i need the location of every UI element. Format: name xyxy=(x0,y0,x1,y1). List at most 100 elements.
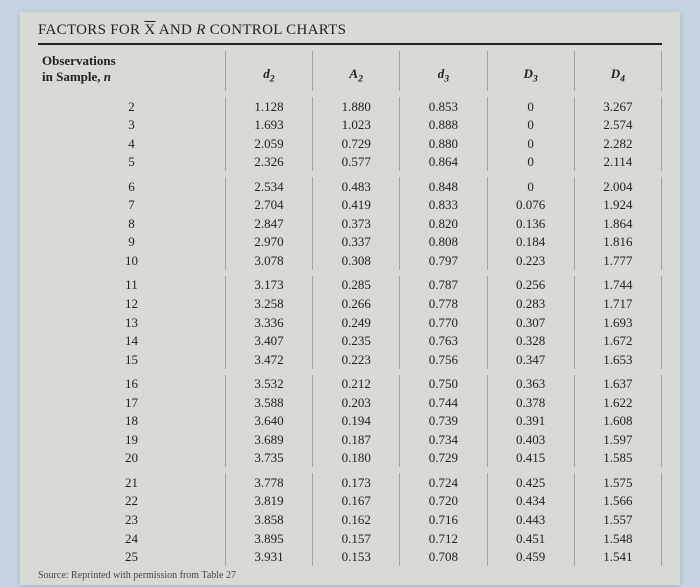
cell-n: 9 xyxy=(38,233,225,252)
table-row: 203.7350.1800.7290.4151.585 xyxy=(38,449,662,468)
cell-D3: 0.184 xyxy=(487,233,574,252)
cell-d2: 2.847 xyxy=(225,214,312,233)
cell-n: 13 xyxy=(38,313,225,332)
cell-d2: 3.895 xyxy=(225,529,312,548)
title-xbar: X xyxy=(144,22,155,38)
title-r: R xyxy=(196,22,205,38)
cell-D4: 1.575 xyxy=(574,473,661,492)
cell-d2: 3.819 xyxy=(225,492,312,511)
cell-d2: 3.336 xyxy=(225,313,312,332)
cell-d3: 0.739 xyxy=(400,412,487,431)
cell-n: 3 xyxy=(38,116,225,135)
cell-A2: 0.419 xyxy=(313,196,400,215)
cell-A2: 0.203 xyxy=(313,393,400,412)
cell-d3: 0.763 xyxy=(400,332,487,351)
cell-D4: 1.541 xyxy=(574,548,661,567)
cell-D3: 0.076 xyxy=(487,196,574,215)
cell-A2: 0.577 xyxy=(313,153,400,172)
cell-n: 5 xyxy=(38,153,225,172)
cell-d3: 0.708 xyxy=(400,548,487,567)
cell-D3: 0.347 xyxy=(487,350,574,369)
cell-D3: 0 xyxy=(487,153,574,172)
cell-n: 4 xyxy=(38,134,225,153)
cell-D4: 1.816 xyxy=(574,233,661,252)
source-note: Source: Reprinted with permission from T… xyxy=(38,566,662,581)
cell-D4: 3.267 xyxy=(574,97,661,116)
obs-line2: in Sample, xyxy=(42,69,104,84)
cell-d3: 0.820 xyxy=(400,214,487,233)
cell-A2: 0.285 xyxy=(313,276,400,295)
cell-A2: 0.173 xyxy=(313,473,400,492)
cell-D4: 1.622 xyxy=(574,393,661,412)
cell-n: 18 xyxy=(38,412,225,431)
col-header-observations: Observations in Sample, n xyxy=(38,51,225,91)
cell-n: 2 xyxy=(38,97,225,116)
cell-D3: 0.136 xyxy=(487,214,574,233)
col-header-A2: A2 xyxy=(313,51,400,91)
table-row: 243.8950.1570.7120.4511.548 xyxy=(38,529,662,548)
cell-D3: 0.256 xyxy=(487,276,574,295)
cell-D4: 1.672 xyxy=(574,332,661,351)
cell-n: 12 xyxy=(38,294,225,313)
cell-d2: 2.534 xyxy=(225,177,312,196)
cell-d3: 0.756 xyxy=(400,350,487,369)
title-text-2: AND xyxy=(156,22,197,38)
table-row: 213.7780.1730.7240.4251.575 xyxy=(38,473,662,492)
document-page: FACTORS FOR X AND R CONTROL CHARTS Obser… xyxy=(20,12,680,585)
cell-d2: 3.778 xyxy=(225,473,312,492)
cell-D3: 0.415 xyxy=(487,449,574,468)
cell-n: 22 xyxy=(38,492,225,511)
title-rule xyxy=(38,43,662,45)
cell-n: 16 xyxy=(38,375,225,394)
cell-d2: 3.858 xyxy=(225,510,312,529)
cell-A2: 0.373 xyxy=(313,214,400,233)
cell-A2: 0.308 xyxy=(313,251,400,270)
col-header-d3: d3 xyxy=(400,51,487,91)
table-row: 163.5320.2120.7500.3631.637 xyxy=(38,375,662,394)
cell-A2: 0.157 xyxy=(313,529,400,548)
cell-d2: 3.078 xyxy=(225,251,312,270)
col-header-D4: D4 xyxy=(574,51,661,91)
cell-D3: 0.328 xyxy=(487,332,574,351)
cell-n: 24 xyxy=(38,529,225,548)
cell-d3: 0.750 xyxy=(400,375,487,394)
cell-D3: 0 xyxy=(487,134,574,153)
table-row: 62.5340.4830.84802.004 xyxy=(38,177,662,196)
table-row: 92.9700.3370.8080.1841.816 xyxy=(38,233,662,252)
title-text-1: FACTORS FOR xyxy=(38,22,144,38)
cell-n: 11 xyxy=(38,276,225,295)
cell-A2: 1.880 xyxy=(313,97,400,116)
cell-A2: 1.023 xyxy=(313,116,400,135)
cell-d2: 3.735 xyxy=(225,449,312,468)
cell-n: 14 xyxy=(38,332,225,351)
cell-d3: 0.808 xyxy=(400,233,487,252)
cell-d3: 0.744 xyxy=(400,393,487,412)
table-row: 193.6890.1870.7340.4031.597 xyxy=(38,430,662,449)
cell-d3: 0.724 xyxy=(400,473,487,492)
cell-D3: 0.391 xyxy=(487,412,574,431)
cell-A2: 0.249 xyxy=(313,313,400,332)
cell-d2: 1.128 xyxy=(225,97,312,116)
cell-d3: 0.853 xyxy=(400,97,487,116)
cell-A2: 0.180 xyxy=(313,449,400,468)
table-row: 153.4720.2230.7560.3471.653 xyxy=(38,350,662,369)
cell-d3: 0.734 xyxy=(400,430,487,449)
table-row: 52.3260.5770.86402.114 xyxy=(38,153,662,172)
cell-D4: 1.717 xyxy=(574,294,661,313)
cell-d2: 3.588 xyxy=(225,393,312,412)
cell-A2: 0.223 xyxy=(313,350,400,369)
cell-n: 17 xyxy=(38,393,225,412)
cell-A2: 0.235 xyxy=(313,332,400,351)
table-row: 173.5880.2030.7440.3781.622 xyxy=(38,393,662,412)
cell-D3: 0.443 xyxy=(487,510,574,529)
cell-n: 7 xyxy=(38,196,225,215)
cell-d3: 0.770 xyxy=(400,313,487,332)
cell-D4: 1.924 xyxy=(574,196,661,215)
table-row: 103.0780.3080.7970.2231.777 xyxy=(38,251,662,270)
cell-D4: 2.282 xyxy=(574,134,661,153)
table-row: 143.4070.2350.7630.3281.672 xyxy=(38,332,662,351)
cell-A2: 0.167 xyxy=(313,492,400,511)
cell-D4: 1.566 xyxy=(574,492,661,511)
cell-D3: 0.451 xyxy=(487,529,574,548)
cell-D4: 2.004 xyxy=(574,177,661,196)
